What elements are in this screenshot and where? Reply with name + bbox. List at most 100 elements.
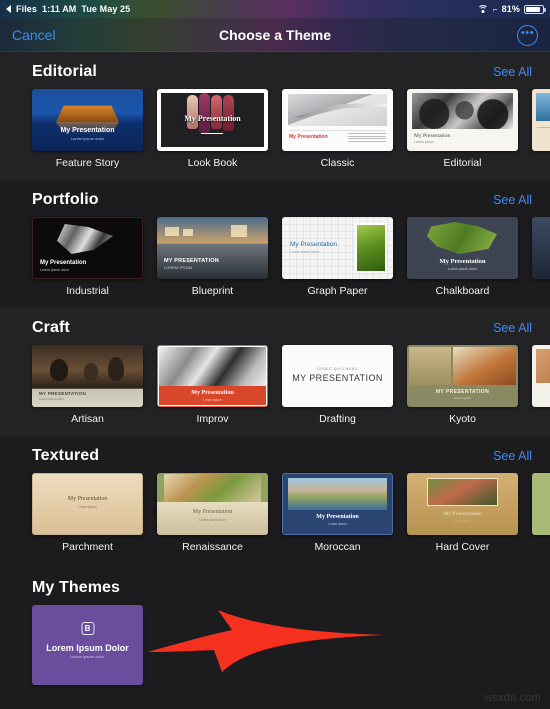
slide-title: My Presentation [60,127,115,134]
theme-thumbnail[interactable] [532,345,550,407]
theme-name-label: Parchment [62,541,113,553]
theme-thumbnail[interactable]: My Presentation Lorem ipsum [32,473,143,535]
theme-thumbnail[interactable] [532,217,550,279]
theme-cell-partial[interactable] [532,89,550,169]
theme-cell-renaissance[interactable]: My Presentation Lorem ipsum dolor Renais… [157,473,268,553]
window-art [165,227,179,236]
section-header: My Themes [0,568,550,605]
theme-cell-improv[interactable]: My Presentation Lorem ipsum Improv [157,345,268,425]
status-bar-right: ⌐ 81% [477,4,550,14]
theme-cell-feature-story[interactable]: My Presentation Lorem ipsum dolor Featur… [32,89,143,169]
section-header: Craft See All [0,308,550,345]
window-art [231,225,247,237]
section-editorial: Editorial See All My Presentation Lorem … [0,52,550,180]
back-triangle-icon[interactable] [6,5,11,13]
theme-thumbnail[interactable]: My Presentation Lorem ipsum dolor [32,89,143,151]
theme-cell-partial[interactable] [532,345,550,425]
section-title: Textured [32,447,100,464]
location-arrow-icon: ⌐ [492,4,498,14]
theme-thumbnail[interactable]: My Presentation [282,89,393,151]
theme-thumbnail[interactable]: MY PRESENTATION Lorem ipsum dolor [32,345,143,407]
theme-cell-lorem-ipsum-dolor[interactable]: B Lorem Ipsum Dolor Lorem ipsum dolor [32,605,143,685]
slide-rule [201,133,223,135]
theme-thumbnail[interactable]: B Lorem Ipsum Dolor Lorem ipsum dolor [32,605,143,685]
theme-row-editorial: My Presentation Lorem ipsum dolor Featur… [0,89,550,180]
theme-thumbnail[interactable]: My Presentation [157,89,268,151]
theme-thumbnail[interactable]: My Presentation Lorem ipsum [407,89,518,151]
see-all-portfolio-button[interactable]: See All [493,193,532,207]
theme-thumbnail[interactable]: My Presentation Lorem ipsum [157,345,268,407]
theme-cell-chalkboard[interactable]: My Presentation Lorem ipsum dolor Chalkb… [407,217,518,297]
theme-thumbnail[interactable]: My Presentation Lorem ipsum dolor [157,473,268,535]
slide-subtitle: Lorem ipsum dolor [290,250,319,254]
theme-cell-artisan[interactable]: MY PRESENTATION Lorem ipsum dolor Artisa… [32,345,143,425]
theme-thumbnail[interactable]: MY PRESENTATION Lorem ipsum [407,345,518,407]
theme-cell-partial[interactable] [532,217,550,297]
theme-thumbnail[interactable]: My Presentation Lorem ipsum dolor [407,217,518,279]
theme-row-my-themes: B Lorem Ipsum Dolor Lorem ipsum dolor [0,605,550,696]
theme-thumbnail[interactable]: My Presentation Lorem ipsum [282,473,393,535]
theme-cell-moroccan[interactable]: My Presentation Lorem ipsum Moroccan [282,473,393,553]
slide-title: My Presentation [192,509,233,515]
theme-thumbnail[interactable]: DONEC QUIS NUNC MY PRESENTATION [282,345,393,407]
slide-body-lines [348,133,386,143]
window-art [183,229,193,236]
theme-name-label: Hard Cover [435,541,490,553]
keynote-theme-chooser-screen: Files 1:11 AM Tue May 25 ⌐ 81% Cancel Ch… [0,0,550,709]
slide-subtitle: Lorem ipsum dolor [70,655,105,659]
slide-rule [289,130,386,131]
theme-cell-kyoto[interactable]: MY PRESENTATION Lorem ipsum Kyoto [407,345,518,425]
theme-thumbnail[interactable]: MY PRESENTATION LOREM IPSUM [157,217,268,279]
theme-row-textured: My Presentation Lorem ipsum Parchment My… [0,473,550,564]
slide-subtitle: LOREM IPSUM [164,265,193,270]
see-all-craft-button[interactable]: See All [493,321,532,335]
status-date: Tue May 25 [81,4,131,14]
lipstick-swatch [211,95,222,129]
theme-name-label: Renaissance [182,541,243,553]
see-all-editorial-button[interactable]: See All [493,65,532,79]
theme-cell-parchment[interactable]: My Presentation Lorem ipsum Parchment [32,473,143,553]
theme-cell-blueprint[interactable]: MY PRESENTATION LOREM IPSUM Blueprint [157,217,268,297]
slide-subtitle: Lorem ipsum [453,519,472,523]
section-header: Textured See All [0,436,550,473]
theme-cell-partial[interactable] [532,473,550,553]
theme-cell-classic[interactable]: My Presentation Classic [282,89,393,169]
slide-title: My Presentation [40,260,87,266]
slide-subtitle: DONEC QUIS NUNC [317,367,358,371]
theme-thumbnail[interactable]: My Presentation Lorem ipsum [407,473,518,535]
section-header: Editorial See All [0,52,550,89]
theme-name-label: Drafting [319,413,356,425]
section-title: Editorial [32,63,97,80]
kyoto-right-art [453,347,516,385]
cancel-button[interactable]: Cancel [12,27,56,43]
see-all-textured-button[interactable]: See All [493,449,532,463]
leaf-photo-art [355,223,387,273]
slide-title: My Presentation [414,133,451,139]
theme-cell-drafting[interactable]: DONEC QUIS NUNC MY PRESENTATION Drafting [282,345,393,425]
slide-title: MY PRESENTATION [164,258,219,264]
more-options-button[interactable]: ••• [517,24,538,46]
theme-thumbnail[interactable] [532,89,550,151]
theme-row-portfolio: My Presentation Lorem ipsum dolor Indust… [0,217,550,308]
navigation-bar: Cancel Choose a Theme ••• [0,18,550,52]
theme-list-scroll-area[interactable]: Editorial See All My Presentation Lorem … [0,52,550,709]
battery-icon [524,4,546,14]
pottery-art [108,357,124,381]
section-my-themes: My Themes B Lorem Ipsum Dolor Lorem ipsu… [0,564,550,696]
status-time: 1:11 AM [42,4,77,14]
theme-thumbnail[interactable] [532,473,550,535]
theme-cell-editorial[interactable]: My Presentation Lorem ipsum Editorial [407,89,518,169]
theme-cell-hard-cover[interactable]: My Presentation Lorem ipsum Hard Cover [407,473,518,553]
status-back-app-label[interactable]: Files [16,4,37,14]
watermark-label: wsxdn.com [484,692,541,704]
theme-cell-industrial[interactable]: My Presentation Lorem ipsum dolor Indust… [32,217,143,297]
slide-subtitle: Lorem ipsum dolor [39,397,64,401]
theme-cell-graph-paper[interactable]: My Presentation Lorem ipsum dolor Graph … [282,217,393,297]
slide-title: My Presentation [191,390,234,396]
kyoto-left-art [409,347,451,385]
theme-thumbnail[interactable]: My Presentation Lorem ipsum dolor [282,217,393,279]
theme-cell-look-book[interactable]: My Presentation Look Book [157,89,268,169]
brand-badge-icon: B [81,622,94,635]
theme-thumbnail[interactable]: My Presentation Lorem ipsum dolor [32,217,143,279]
status-bar: Files 1:11 AM Tue May 25 ⌐ 81% [0,0,550,18]
